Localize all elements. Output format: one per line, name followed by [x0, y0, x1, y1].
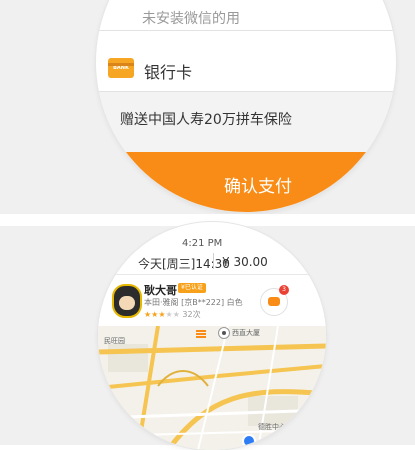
map-label-center: 德胜中心: [258, 423, 286, 431]
trip-divider: [213, 253, 214, 269]
verified-badge: ¥已认证: [178, 283, 206, 293]
map-label-area: 民旺园: [104, 337, 125, 345]
wechat-hint-text: 未安装微信的用: [142, 11, 240, 27]
driver-card[interactable]: 耿大哥 ¥已认证 本田·雅阁 [京B**222] 白色 ★★★★★ 32次 3: [98, 276, 326, 327]
driver-avatar[interactable]: [112, 284, 142, 318]
car-info: 本田·雅阁 [京B**222] 白色: [144, 298, 243, 307]
payment-magnifier: 未安装微信的用 BANK 银行卡 赠送中国人寿20万拼车保险 确认支付: [96, 0, 396, 212]
bank-card-icon: BANK: [108, 58, 134, 78]
trip-price: ¥ 30.00: [222, 255, 268, 269]
chat-button[interactable]: 3: [260, 285, 289, 316]
confirm-payment-label: 确认支付: [224, 177, 292, 197]
trip-magnifier: 4:21 PM 今天[周三]14:30 ¥ 30.00 耿大哥 ¥已认证 本田·…: [98, 222, 326, 450]
bank-card-label: 银行卡: [144, 63, 193, 82]
insurance-note: 赠送中国人寿20万拼车保险: [96, 92, 396, 152]
insurance-text: 赠送中国人寿20万拼车保险: [120, 112, 292, 128]
rating-stars-filled: ★★★: [144, 310, 166, 319]
chat-bubble-icon: [268, 297, 280, 306]
map-roads: [98, 326, 326, 450]
confirm-payment-button[interactable]: 确认支付: [96, 152, 396, 212]
poi-icon: [218, 327, 230, 339]
menu-handle-icon[interactable]: [196, 330, 206, 338]
rating-stars-empty: ★★: [165, 310, 180, 319]
map-label-poi: 西直大厦: [232, 329, 260, 337]
ride-count: 32次: [182, 310, 201, 319]
status-bar-time: 4:21 PM: [182, 238, 223, 249]
trip-time: 今天[周三]14:30: [138, 257, 230, 271]
map-view[interactable]: 民旺园 西直大厦 德胜中心: [98, 326, 326, 450]
unread-badge: 3: [279, 285, 289, 295]
driver-rating: ★★★★★ 32次: [144, 309, 201, 320]
payment-panel: 未安装微信的用 BANK 银行卡 赠送中国人寿20万拼车保险 确认支付: [0, 0, 415, 214]
trip-summary-bar: 今天[周三]14:30 ¥ 30.00: [98, 250, 326, 275]
bank-card-row[interactable]: BANK 银行卡: [96, 31, 396, 92]
current-location-icon: [242, 434, 256, 448]
wechat-pay-row[interactable]: 未安装微信的用: [96, 0, 396, 31]
driver-name: 耿大哥: [144, 284, 177, 297]
bank-icon-text: BANK: [113, 65, 129, 71]
